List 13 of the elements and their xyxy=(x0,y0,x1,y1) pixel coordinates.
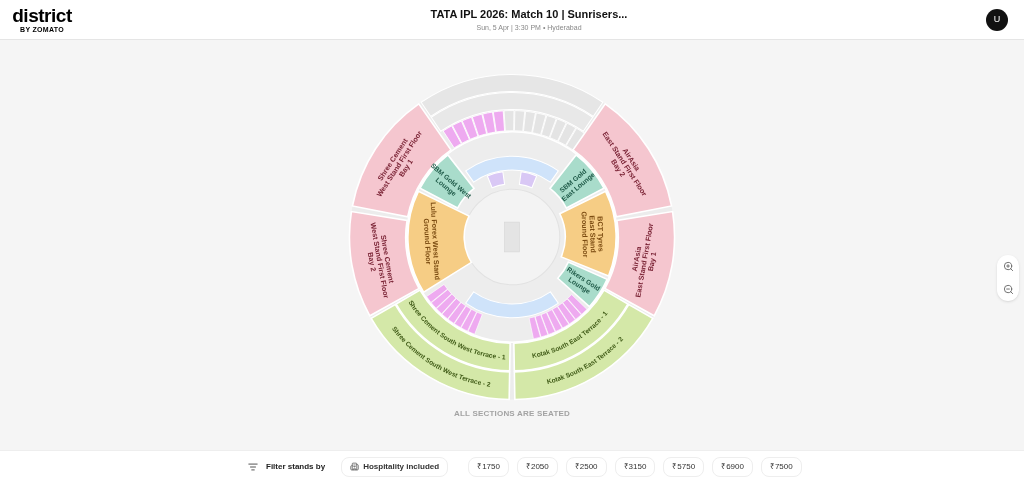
hospitality-chip[interactable]: Hospitality included xyxy=(341,456,449,477)
price-chip[interactable]: ₹6900 xyxy=(712,456,753,477)
filter-label: Filter stands by xyxy=(266,460,326,473)
price-chip[interactable]: ₹2050 xyxy=(516,456,558,477)
price-chip[interactable]: ₹7500 xyxy=(760,456,802,477)
price-chip[interactable]: ₹5750 xyxy=(663,456,705,477)
event-title: TATA IPL 2026: Match 10 | Sunrisers... xyxy=(430,7,628,22)
price-chip[interactable]: ₹1750 xyxy=(468,456,509,477)
price-chip[interactable]: ₹2500 xyxy=(565,456,607,477)
price-chip[interactable]: ₹3150 xyxy=(614,456,656,477)
seating-note: ALL SECTIONS ARE SEATED xyxy=(454,408,570,420)
avatar[interactable]: U xyxy=(986,8,1008,31)
logo[interactable]: district xyxy=(12,6,72,25)
